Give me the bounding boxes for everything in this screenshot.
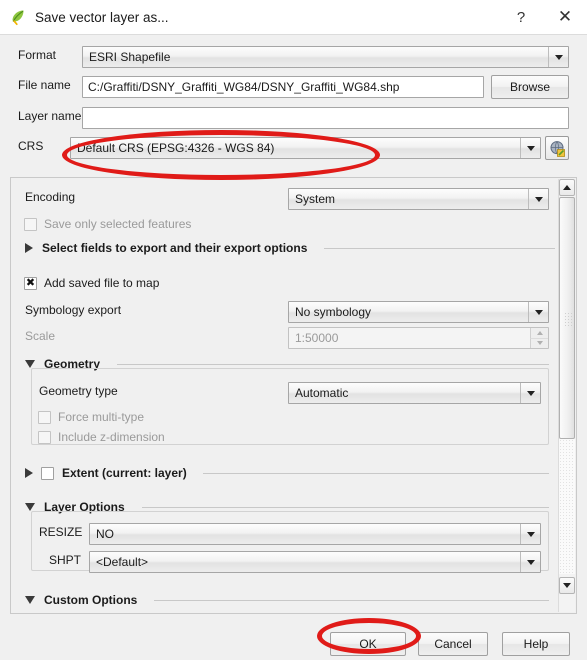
scale-value: 1:50000 <box>295 331 339 345</box>
custom-options-title: Custom Options <box>44 593 138 607</box>
shpt-row: SHPT <box>49 553 81 567</box>
section-divider <box>154 599 549 601</box>
symbology-export-combo[interactable]: No symbology <box>288 301 549 323</box>
crs-value: Default CRS (EPSG:4326 - WGS 84) <box>77 141 275 155</box>
chevron-down-icon[interactable] <box>520 138 540 158</box>
geometry-type-value: Automatic <box>295 386 349 400</box>
window-title: Save vector layer as... <box>35 9 169 25</box>
encoding-combo[interactable]: System <box>288 188 549 210</box>
scroll-up-icon[interactable] <box>559 179 575 196</box>
chevron-right-icon[interactable] <box>25 243 33 253</box>
qgis-logo-icon <box>9 8 27 26</box>
file-name-label: File name <box>18 78 71 92</box>
geometry-type-label: Geometry type <box>39 384 118 398</box>
scale-spinbox[interactable]: 1:50000 <box>288 327 549 349</box>
encoding-value: System <box>295 192 336 206</box>
layer-name-row: Layer name <box>18 109 81 123</box>
scrollbar-track[interactable] <box>559 439 575 574</box>
crs-label: CRS <box>18 139 44 153</box>
window-controls: ? ✕ <box>499 0 587 34</box>
shpt-combo[interactable]: <Default> <box>89 551 541 573</box>
extent-title: Extent (current: layer) <box>62 466 187 480</box>
include-z-dimension-label: Include z-dimension <box>58 430 165 444</box>
section-divider <box>202 472 549 474</box>
stepper-down-icon[interactable] <box>530 338 548 348</box>
save-only-selected-label: Save only selected features <box>44 217 192 231</box>
resize-label: RESIZE <box>39 525 83 539</box>
geometry-type-combo[interactable]: Automatic <box>288 382 541 404</box>
symbology-export-row: Symbology export <box>25 303 121 317</box>
extent-section-header[interactable]: Extent (current: layer) <box>25 466 549 480</box>
include-z-dimension-checkbox[interactable] <box>38 430 51 444</box>
select-fields-title: Select fields to export and their export… <box>42 241 308 255</box>
help-button[interactable]: Help <box>502 632 570 656</box>
symbology-export-value: No symbology <box>295 305 372 319</box>
scrollbar-thumb[interactable] <box>559 197 575 439</box>
scale-row: Scale <box>25 329 55 343</box>
format-label: Format <box>18 48 57 62</box>
layer-name-input[interactable] <box>82 107 569 129</box>
options-scrollbar[interactable] <box>558 179 575 612</box>
chevron-down-icon[interactable] <box>25 503 35 511</box>
geometry-type-row: Geometry type <box>39 384 118 398</box>
resize-value: NO <box>96 527 114 541</box>
add-saved-file-row[interactable]: ✖ Add saved file to map <box>24 276 159 290</box>
resize-row: RESIZE <box>39 525 82 539</box>
options-scroll-panel: Encoding System Save only selected featu… <box>10 177 577 614</box>
chevron-down-icon[interactable] <box>25 596 35 604</box>
globe-icon <box>550 140 565 157</box>
section-divider <box>117 363 549 365</box>
encoding-row: Encoding <box>25 190 75 204</box>
section-divider <box>324 247 555 249</box>
chevron-down-icon[interactable] <box>520 383 540 403</box>
stepper-up-icon[interactable] <box>530 328 548 339</box>
select-fields-section-header[interactable]: Select fields to export and their export… <box>25 241 555 255</box>
format-row: Format <box>18 48 56 62</box>
force-multi-type-label: Force multi-type <box>58 410 145 424</box>
scale-label: Scale <box>25 329 56 343</box>
chevron-down-icon[interactable] <box>520 552 540 572</box>
symbology-export-label: Symbology export <box>25 303 122 317</box>
save-only-selected-checkbox[interactable] <box>24 217 37 231</box>
crs-row: CRS <box>18 139 43 153</box>
custom-options-section-header[interactable]: Custom Options <box>25 593 549 607</box>
chevron-right-icon[interactable] <box>25 468 33 478</box>
dialog-body: Format ESRI Shapefile File name C:/Graff… <box>0 34 587 659</box>
dialog-button-bar: OK Cancel Help <box>0 622 587 660</box>
scale-stepper[interactable] <box>530 328 548 348</box>
shpt-value: <Default> <box>96 555 149 569</box>
chevron-down-icon[interactable] <box>520 524 540 544</box>
extent-checkbox[interactable] <box>41 466 54 480</box>
shpt-label: SHPT <box>49 553 82 567</box>
file-name-value: C:/Graffiti/DSNY_Graffiti_WG84/DSNY_Graf… <box>88 80 400 94</box>
select-crs-button[interactable] <box>545 136 569 160</box>
crs-combo[interactable]: Default CRS (EPSG:4326 - WGS 84) <box>70 137 541 159</box>
ok-button[interactable]: OK <box>330 632 406 656</box>
resize-combo[interactable]: NO <box>89 523 541 545</box>
scroll-down-icon[interactable] <box>559 577 575 594</box>
chevron-down-icon[interactable] <box>528 189 548 209</box>
format-value: ESRI Shapefile <box>89 50 171 64</box>
force-multi-type-checkbox[interactable] <box>38 410 51 424</box>
force-multi-type-row[interactable]: Force multi-type <box>38 410 144 424</box>
include-z-dimension-row[interactable]: Include z-dimension <box>38 430 165 444</box>
format-combo[interactable]: ESRI Shapefile <box>82 46 569 68</box>
chevron-down-icon[interactable] <box>528 302 548 322</box>
scrollbar-grip <box>564 312 572 326</box>
add-saved-file-checkbox[interactable]: ✖ <box>24 276 37 290</box>
file-name-input[interactable]: C:/Graffiti/DSNY_Graffiti_WG84/DSNY_Graf… <box>82 76 484 98</box>
chevron-down-icon[interactable] <box>548 47 568 67</box>
browse-button[interactable]: Browse <box>491 75 569 99</box>
close-icon[interactable]: ✕ <box>543 0 587 34</box>
add-saved-file-label: Add saved file to map <box>44 276 160 290</box>
file-name-row: File name <box>18 78 71 92</box>
layer-name-label: Layer name <box>18 109 82 123</box>
encoding-label: Encoding <box>25 190 76 204</box>
save-only-selected-row[interactable]: Save only selected features <box>24 217 191 231</box>
chevron-down-icon[interactable] <box>25 360 35 368</box>
title-bar: Save vector layer as... ? ✕ <box>0 0 587 34</box>
cancel-button[interactable]: Cancel <box>418 632 488 656</box>
help-titlebar-button[interactable]: ? <box>499 0 543 34</box>
section-divider <box>141 506 549 508</box>
